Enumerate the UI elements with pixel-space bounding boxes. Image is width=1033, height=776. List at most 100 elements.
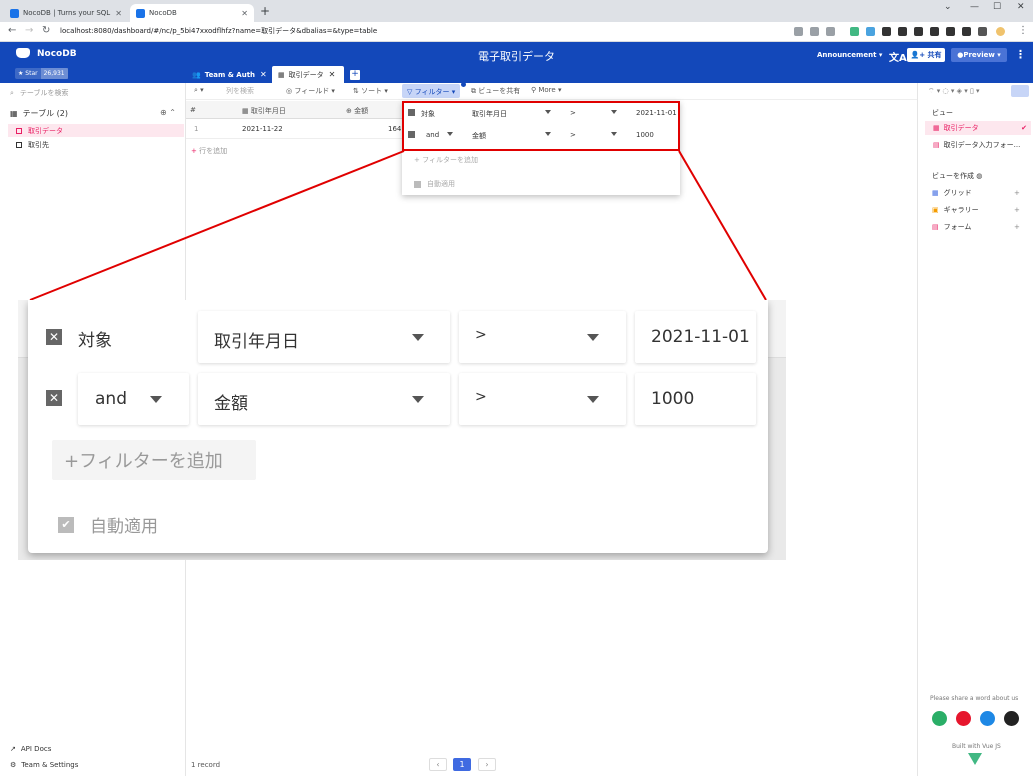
filter-logical-select[interactable]: and: [78, 373, 189, 425]
filter-button[interactable]: ▽ フィルター ▾: [402, 84, 461, 98]
new-tab-icon[interactable]: +: [260, 4, 270, 18]
toggle-sidebar-button[interactable]: [1011, 85, 1029, 97]
remove-filter-icon[interactable]: ✕: [46, 390, 62, 406]
reload-icon[interactable]: ↻: [42, 25, 50, 36]
column-search-input[interactable]: 列を検索: [226, 86, 254, 96]
sidebar-item-torihikisaki[interactable]: 取引先: [8, 138, 184, 151]
close-icon[interactable]: ✕: [260, 70, 267, 79]
more-menu-icon[interactable]: ⋮: [1015, 48, 1026, 61]
grid-header: # ▦ 取引年月日 ⊕ 金額: [186, 101, 402, 119]
filter-op-select[interactable]: >: [459, 311, 626, 363]
sort-button[interactable]: ⇅ ソート ▾: [353, 86, 388, 96]
puzzle-icon[interactable]: [962, 27, 971, 36]
filter-field-select[interactable]: 取引年月日: [198, 311, 450, 363]
prev-page-button[interactable]: ‹: [429, 758, 447, 771]
close-window-icon[interactable]: ✕: [1017, 2, 1025, 12]
minimize-icon[interactable]: —: [970, 2, 979, 12]
view-toolbar-icons[interactable]: ⌔ ▾ ◌ ▾ ◈ ▾ ▯ ▾: [928, 87, 980, 96]
chevron-down-icon[interactable]: ⌄: [944, 2, 952, 12]
github-star-badge[interactable]: ★ Star 26,931: [15, 68, 68, 79]
weibo-icon[interactable]: [956, 711, 971, 726]
sidepanel-icon[interactable]: [978, 27, 987, 36]
column-header-amount[interactable]: ⊕ 金額: [346, 106, 368, 116]
cell-date[interactable]: 2021-11-22: [242, 125, 283, 133]
zoomed-filter-callout: ✕ 対象 取引年月日 > 2021-11-01 ✕ and 金額 > 1000 …: [18, 300, 786, 560]
extension-icon[interactable]: [930, 27, 939, 36]
cell-amount[interactable]: 164: [388, 125, 401, 133]
more-button[interactable]: ⚲ More ▾: [531, 86, 561, 94]
auto-apply-checkbox[interactable]: ✔ 自動適用: [58, 512, 158, 537]
app-share-icon[interactable]: [980, 711, 995, 726]
view-item-torihiki-data[interactable]: ▦ 取引データ ✔: [925, 121, 1031, 135]
vue-logo-icon[interactable]: [968, 753, 982, 765]
feedback-text: Please share a word about us: [930, 695, 1019, 702]
forward-arrow-icon[interactable]: →: [25, 25, 33, 36]
add-filter-button[interactable]: +フィルターを追加: [52, 440, 256, 480]
tab-torihiki-data[interactable]: ▦ 取引データ ✕: [272, 66, 344, 83]
create-form-view[interactable]: ▤ フォーム +: [932, 222, 1022, 232]
table-row[interactable]: 1 2021-11-22 164: [186, 119, 402, 139]
filter-value-input[interactable]: 2021-11-01: [635, 311, 756, 363]
browser-tab-nocodb[interactable]: NocoDB ✕: [130, 4, 254, 22]
maximize-icon[interactable]: ☐: [993, 2, 1001, 12]
remove-filter-icon[interactable]: ✕: [46, 329, 62, 345]
share-icon[interactable]: [810, 27, 819, 36]
table-search[interactable]: ⌕ テーブルを検索: [10, 88, 69, 98]
back-arrow-icon[interactable]: ←: [8, 25, 16, 36]
qr-icon[interactable]: [898, 27, 907, 36]
filter-field-select[interactable]: 金額: [198, 373, 450, 425]
bookmark-star-icon[interactable]: [826, 27, 835, 36]
close-icon[interactable]: ✕: [115, 9, 122, 18]
create-grid-view[interactable]: ▦ グリッド +: [932, 188, 1022, 198]
avatar[interactable]: [996, 27, 1005, 36]
filter-op-select[interactable]: >: [459, 373, 626, 425]
extension-icon[interactable]: [866, 27, 875, 36]
next-page-button[interactable]: ›: [478, 758, 496, 771]
page-number[interactable]: 1: [453, 758, 471, 771]
add-tab-button[interactable]: +: [350, 70, 360, 80]
search-icon[interactable]: ⌕ ▾: [194, 86, 204, 95]
team-settings-link[interactable]: ⚙ Team & Settings: [10, 761, 78, 769]
add-row-button[interactable]: + 行を追加: [191, 146, 227, 156]
view-item-input-form[interactable]: ▤ 取引データ入力フォー...: [925, 138, 1031, 152]
tab-team-auth[interactable]: 👥 Team & Auth ✕: [186, 66, 268, 83]
extension-icon[interactable]: [882, 27, 891, 36]
sidebar-item-torihiki-data[interactable]: 取引データ: [8, 124, 184, 137]
tables-section-header[interactable]: ▦ テーブル (2): [10, 108, 68, 119]
browser-tab-nocodb-home[interactable]: NocoDB | Turns your SQL datab... ✕: [4, 4, 128, 22]
record-count: 1 record: [191, 761, 221, 769]
callout-line-right: [678, 150, 767, 301]
filter-value-input[interactable]: 1000: [635, 373, 756, 425]
column-header-date[interactable]: ▦ 取引年月日: [242, 106, 286, 116]
browser-menu-icon[interactable]: ⋮: [1018, 25, 1028, 36]
url-field[interactable]: localhost:8080/dashboard/#/nc/p_5bi47xxo…: [60, 26, 377, 36]
wechat-icon[interactable]: [932, 711, 947, 726]
close-icon[interactable]: ✕: [241, 9, 248, 18]
nocodb-favicon-icon: [136, 8, 145, 18]
announcement-menu[interactable]: Announcement ▾: [817, 51, 882, 59]
table-search-input[interactable]: テーブルを検索: [20, 88, 69, 98]
douban-icon[interactable]: [1004, 711, 1019, 726]
team-icon: 👥: [192, 70, 201, 79]
share-button[interactable]: 👤+ 共有: [907, 48, 945, 62]
translate-icon[interactable]: [794, 27, 803, 36]
extension-icon[interactable]: [946, 27, 955, 36]
user-plus-icon: 👤+: [910, 51, 926, 59]
preview-button[interactable]: ● Preview ▾: [951, 48, 1007, 62]
api-docs-link[interactable]: ↗ API Docs: [10, 745, 51, 753]
fields-button[interactable]: ◎ フィールド ▾: [286, 86, 335, 96]
extension-icon[interactable]: [914, 27, 923, 36]
create-gallery-view[interactable]: ▣ ギャラリー +: [932, 205, 1022, 215]
filter-conjunction: 対象: [78, 331, 112, 351]
close-icon[interactable]: ✕: [329, 70, 336, 79]
translate-icon[interactable]: 文A: [889, 49, 907, 64]
auto-apply-checkbox[interactable]: 自動適用: [414, 179, 455, 189]
add-filter-button[interactable]: + フィルターを追加: [414, 155, 478, 165]
vue-devtools-icon[interactable]: [850, 27, 859, 36]
share-view-button[interactable]: ⧉ ビューを共有: [471, 86, 520, 96]
table-icon: ▦: [10, 109, 18, 118]
column-header-number: #: [190, 106, 196, 114]
plus-icon: +: [191, 147, 200, 155]
add-table-icon[interactable]: ⊕ ⌃: [160, 108, 176, 117]
right-sidebar: ⌔ ▾ ◌ ▾ ◈ ▾ ▯ ▾ ビュー ▦ 取引データ ✔ ▤ 取引データ入力フ…: [917, 83, 1033, 776]
